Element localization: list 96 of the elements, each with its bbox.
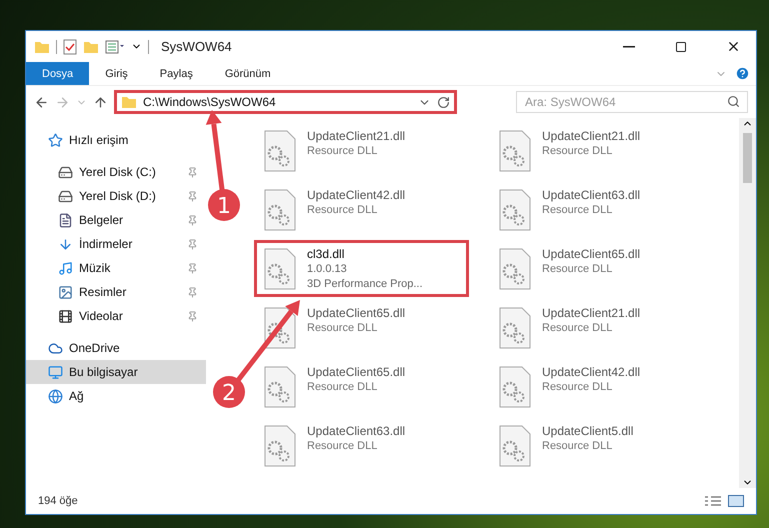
- file-detail: Resource DLL: [307, 203, 378, 218]
- file-detail: Resource DLL: [542, 439, 614, 454]
- file-tile[interactable]: UpdateClient65.dll Resource DLL: [254, 358, 469, 415]
- file-name: UpdateClient21.dll: [542, 306, 640, 321]
- maximize-icon: [675, 40, 687, 52]
- window-title: SysWOW64: [161, 39, 233, 54]
- item-count: 194 öğe: [38, 495, 79, 507]
- file-name: cl3d.dll: [307, 247, 346, 262]
- file-name: UpdateClient21.dll: [307, 129, 406, 144]
- address-bar[interactable]: C:\Windows\SysWOW64: [114, 90, 457, 114]
- ribbon-tab[interactable]: Paylaş: [144, 62, 209, 85]
- settings-file-icon: [498, 129, 532, 173]
- step-marker: 1: [208, 189, 240, 221]
- file-detail: Resource DLL: [542, 144, 614, 159]
- ribbon-tab[interactable]: Giriş: [89, 62, 144, 85]
- up-button[interactable]: [93, 94, 108, 110]
- ribbon-tab[interactable]: Görünüm: [208, 62, 287, 85]
- file-name: UpdateClient65.dll: [307, 306, 406, 321]
- scrollbar-thumb[interactable]: [743, 133, 752, 183]
- file-detail: Resource DLL: [542, 262, 614, 277]
- large-icons-view-icon[interactable]: [728, 495, 744, 507]
- file-tile[interactable]: UpdateClient21.dll Resource DLL: [489, 299, 704, 356]
- file-detail: Resource DLL: [307, 144, 378, 159]
- star-icon: [48, 132, 63, 148]
- forward-arrow-icon: [55, 94, 70, 110]
- file-name: UpdateClient21.dll: [542, 129, 640, 144]
- back-button[interactable]: [34, 94, 49, 110]
- file-detail: Resource DLL: [307, 439, 378, 454]
- file-tile[interactable]: UpdateClient21.dll Resource DLL: [254, 122, 469, 179]
- cloud-icon: [48, 340, 63, 356]
- folder-icon: [121, 95, 137, 109]
- properties-icon[interactable]: [105, 40, 125, 54]
- sidebar-item[interactable]: Hızlı erişim: [26, 128, 206, 152]
- file-detail: Resource DLL: [542, 321, 614, 336]
- settings-file-icon: [263, 365, 297, 409]
- settings-file-icon: [263, 247, 297, 291]
- settings-file-icon: [263, 188, 297, 232]
- sidebar-item[interactable]: Belgeler: [26, 208, 206, 232]
- help-icon[interactable]: [735, 66, 750, 81]
- settings-file-icon: [498, 306, 532, 350]
- file-detail: Resource DLL: [307, 380, 378, 395]
- sidebar-item[interactable]: Müzik: [26, 256, 206, 280]
- sidebar-item[interactable]: Videolar: [26, 304, 206, 328]
- settings-file-icon: [263, 129, 297, 173]
- music-note-icon: [58, 260, 73, 276]
- file-name: UpdateClient42.dll: [307, 188, 406, 203]
- search-icon: [727, 95, 740, 108]
- details-view-icon[interactable]: [704, 495, 722, 507]
- folder-icon: [34, 40, 50, 54]
- settings-file-icon: [498, 424, 532, 468]
- checklist-icon[interactable]: [63, 38, 77, 54]
- picture-icon: [58, 284, 73, 300]
- file-tile[interactable]: UpdateClient42.dll Resource DLL: [254, 181, 469, 238]
- file-detail: 1.0.0.13: [307, 262, 348, 277]
- settings-file-icon: [263, 424, 297, 468]
- sidebar-item[interactable]: İndirmeler: [26, 232, 206, 256]
- settings-file-icon: [498, 188, 532, 232]
- file-name: UpdateClient65.dll: [542, 247, 640, 262]
- file-tile[interactable]: UpdateClient21.dll Resource DLL: [489, 122, 704, 179]
- sidebar-item[interactable]: Resimler: [26, 280, 206, 304]
- file-detail: Resource DLL: [542, 380, 614, 395]
- file-tile[interactable]: UpdateClient42.dll Resource DLL: [489, 358, 704, 415]
- file-tile[interactable]: UpdateClient63.dll Resource DLL: [489, 181, 704, 238]
- download-icon: [58, 236, 73, 252]
- file-name: UpdateClient65.dll: [307, 365, 406, 380]
- file-tile[interactable]: cl3d.dll 1.0.0.13 3D Performance Prop...: [254, 240, 469, 297]
- file-name: UpdateClient63.dll: [307, 424, 406, 439]
- settings-file-icon: [498, 247, 532, 291]
- sidebar-item[interactable]: Ağ: [26, 384, 206, 408]
- drive-icon: [58, 164, 73, 180]
- drive-icon: [58, 188, 73, 204]
- file-tile[interactable]: UpdateClient5.dll Resource DLL: [489, 417, 704, 474]
- file-tile[interactable]: UpdateClient65.dll Resource DLL: [254, 299, 469, 356]
- file-tile[interactable]: UpdateClient63.dll Resource DLL: [254, 417, 469, 474]
- sidebar-item[interactable]: Yerel Disk (D:): [26, 184, 206, 208]
- minimize-icon: [623, 46, 635, 48]
- file-tile[interactable]: UpdateClient65.dll Resource DLL: [489, 240, 704, 297]
- file-detail: 3D Performance Prop...: [307, 277, 423, 292]
- refresh-icon[interactable]: [437, 96, 450, 108]
- sidebar-item[interactable]: Bu bilgisayar: [26, 360, 206, 384]
- computer-icon: [48, 364, 63, 380]
- search-field[interactable]: Ara: SysWOW64: [516, 91, 748, 113]
- film-icon: [58, 308, 73, 324]
- scrollbar[interactable]: [739, 118, 756, 488]
- file-detail: Resource DLL: [542, 203, 614, 218]
- file-tab[interactable]: Dosya: [26, 62, 90, 85]
- network-icon: [48, 388, 63, 404]
- file-detail: Resource DLL: [307, 321, 378, 336]
- settings-file-icon: [498, 365, 532, 409]
- file-name: UpdateClient63.dll: [542, 188, 640, 203]
- document-icon: [58, 212, 73, 228]
- sidebar-item[interactable]: Yerel Disk (C:): [26, 160, 206, 184]
- file-name: UpdateClient42.dll: [542, 365, 640, 380]
- sidebar-item[interactable]: OneDrive: [26, 336, 206, 360]
- step-marker: 2: [213, 376, 245, 408]
- file-name: UpdateClient5.dll: [542, 424, 634, 439]
